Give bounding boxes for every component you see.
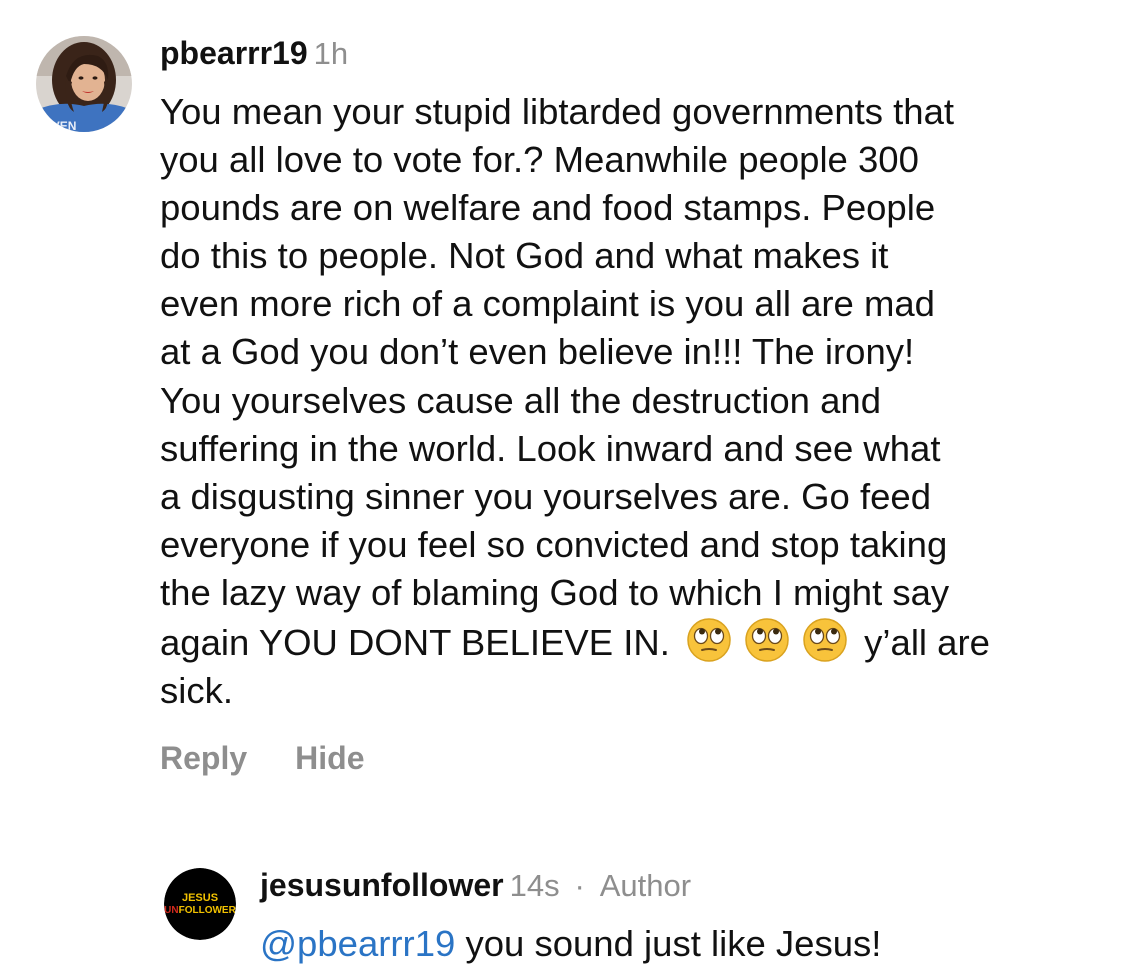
comment-line-start: again YOU DONT BELIEVE IN. xyxy=(160,622,681,664)
reply-message: you sound just like Jesus! xyxy=(455,923,882,964)
svg-text:AVEN: AVEN xyxy=(44,119,76,132)
eye-roll-emoji-icon xyxy=(686,617,732,663)
comment-text: You mean your stupid libtarded governmen… xyxy=(160,88,1132,715)
comment-line: the lazy way of blaming God to which I m… xyxy=(160,571,950,613)
comment-line: do this to people. Not God and what make… xyxy=(160,235,889,277)
comment-line: pounds are on welfare and food stamps. P… xyxy=(160,187,936,229)
eye-roll-emoji-icon xyxy=(802,617,848,663)
logo-text-prefix: UN xyxy=(164,905,178,916)
meta-separator: · xyxy=(574,868,585,903)
comment-actions: Reply Hide xyxy=(160,738,364,778)
comment-line-end: y’all are xyxy=(854,622,990,664)
comment-line: suffering in the world. Look inward and … xyxy=(160,427,941,469)
reply-username[interactable]: jesusunfollower xyxy=(260,867,504,903)
comment-line: you all love to vote for.? Meanwhile peo… xyxy=(160,139,919,181)
comment-line: at a God you don’t even believe in!!! Th… xyxy=(160,331,915,373)
comment-timestamp: 1h xyxy=(313,36,349,71)
user-avatar-jesusunfollower[interactable]: JESUS UNFOLLOWER xyxy=(164,868,236,940)
eye-roll-emoji-icon xyxy=(744,617,790,663)
comment-line: You yourselves cause all the destruction… xyxy=(160,379,881,421)
logo-text-suffix: FOLLOWER xyxy=(179,905,236,916)
reply-header: jesusunfollower 14s · Author xyxy=(260,864,691,907)
comment-line: everyone if you feel so convicted and st… xyxy=(160,523,948,565)
comment-username[interactable]: pbearrr19 xyxy=(160,35,308,71)
comment-line: sick. xyxy=(160,670,233,712)
user-avatar-pbearrr19[interactable]: AVEN xyxy=(36,36,132,132)
hide-button[interactable]: Hide xyxy=(295,740,364,776)
jesus-unfollower-logo: JESUS UNFOLLOWER xyxy=(164,868,236,940)
comment-header: pbearrr19 1h xyxy=(160,32,348,75)
comment-line: even more rich of a complaint is you all… xyxy=(160,283,935,325)
comment-line: You mean your stupid libtarded governmen… xyxy=(160,91,955,132)
author-label: Author xyxy=(599,868,692,903)
svg-text:UNFOLLOWER: UNFOLLOWER xyxy=(164,905,236,916)
profile-photo: AVEN xyxy=(36,36,132,132)
comment-line: a disgusting sinner you yourselves are. … xyxy=(160,475,931,517)
logo-text-line1: JESUS xyxy=(182,892,218,904)
mention-link[interactable]: @pbearrr19 xyxy=(260,923,455,964)
comment-line-with-emojis: again YOU DONT BELIEVE IN. y’all are xyxy=(160,617,1132,667)
reply-button[interactable]: Reply xyxy=(160,740,247,776)
reply-text: @pbearrr19 you sound just like Jesus! xyxy=(260,920,881,968)
reply-timestamp: 14s xyxy=(509,868,560,903)
